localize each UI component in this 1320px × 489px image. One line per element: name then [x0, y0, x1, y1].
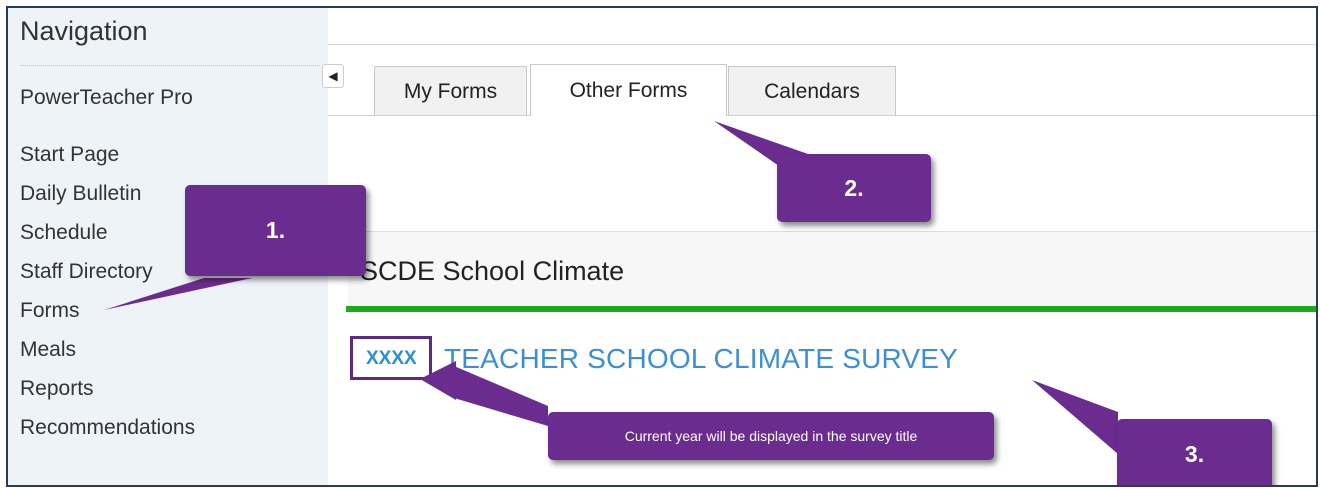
callout-1: 1. — [185, 185, 366, 276]
callout-1-pointer — [104, 278, 252, 310]
callout-3-pointer — [1032, 380, 1118, 454]
annotation-note: Current year will be displayed in the su… — [548, 412, 994, 460]
screenshot-frame: Navigation PowerTeacher Pro Start Page D… — [6, 6, 1318, 487]
callout-3: 3. — [1117, 419, 1272, 485]
note-pointer — [420, 361, 456, 400]
note-pointer-body — [454, 366, 548, 426]
callout-2: 2. — [777, 154, 931, 222]
